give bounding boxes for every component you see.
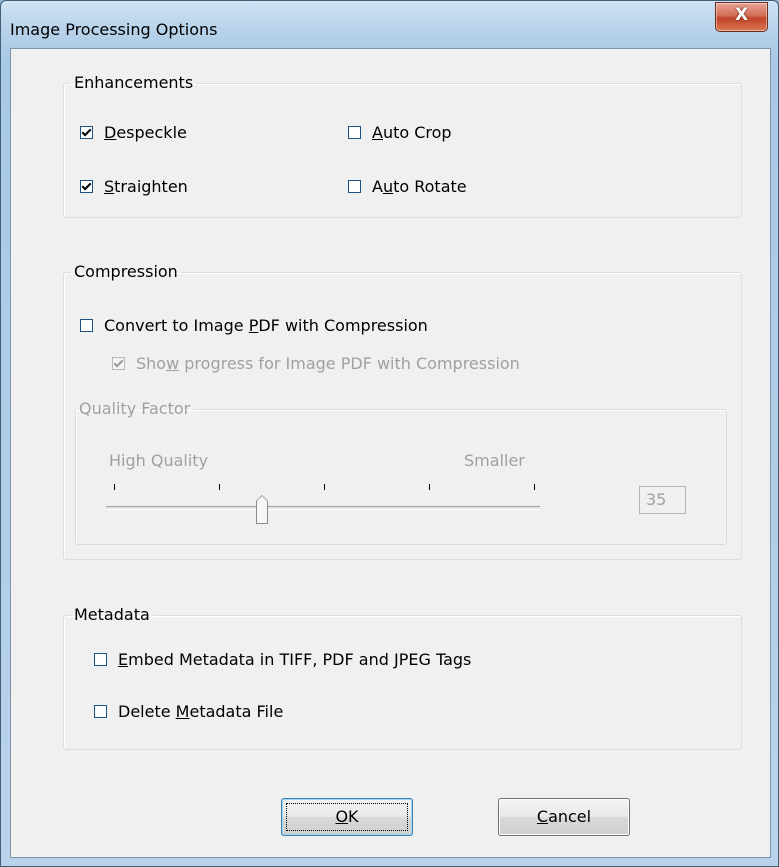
- embed-metadata-checkbox[interactable]: Embed Metadata in TIFF, PDF and JPEG Tag…: [94, 650, 471, 669]
- high-quality-label: High Quality: [109, 451, 209, 470]
- convert-pdf-check-box[interactable]: [80, 319, 93, 332]
- straighten-check-box[interactable]: [80, 180, 93, 193]
- despeckle-checkbox[interactable]: Despeckle: [80, 123, 187, 142]
- straighten-checkbox[interactable]: Straighten: [80, 177, 188, 196]
- auto-crop-checkbox[interactable]: Auto Crop: [348, 123, 452, 142]
- straighten-label: Straighten: [104, 177, 188, 196]
- delete-metadata-checkbox[interactable]: Delete Metadata File: [94, 702, 283, 721]
- slider-tick: [324, 484, 325, 490]
- enhancements-group: Enhancements: [63, 74, 742, 218]
- show-progress-check-box[interactable]: [112, 357, 125, 370]
- slider-tick: [429, 484, 430, 490]
- despeckle-label: Despeckle: [104, 123, 187, 142]
- dialog-window: Image Processing Options X Enhancements …: [0, 0, 779, 867]
- show-progress-checkbox[interactable]: Show progress for Image PDF with Compres…: [112, 354, 520, 373]
- embed-metadata-label: Embed Metadata in TIFF, PDF and JPEG Tag…: [118, 650, 472, 669]
- quality-value-field[interactable]: 35: [639, 486, 686, 514]
- compression-legend: Compression: [74, 262, 178, 281]
- slider-thumb[interactable]: [256, 495, 268, 524]
- embed-metadata-check-box[interactable]: [94, 653, 107, 666]
- auto-rotate-checkbox[interactable]: Auto Rotate: [348, 177, 467, 196]
- ok-button-label: OK: [335, 807, 359, 826]
- show-progress-label: Show progress for Image PDF with Compres…: [136, 354, 520, 373]
- close-button[interactable]: X: [715, 2, 768, 32]
- quality-factor-legend: Quality Factor: [79, 399, 191, 418]
- ok-button[interactable]: OK: [281, 798, 413, 836]
- slider-tick: [534, 484, 535, 490]
- enhancements-legend: Enhancements: [74, 73, 194, 92]
- dialog-client-area: Enhancements Despeckle Straighten Auto C…: [10, 48, 771, 858]
- despeckle-check-box[interactable]: [80, 126, 93, 139]
- auto-rotate-check-box[interactable]: [348, 180, 361, 193]
- delete-metadata-label: Delete Metadata File: [118, 702, 284, 721]
- convert-pdf-checkbox[interactable]: Convert to Image PDF with Compression: [80, 316, 428, 335]
- close-icon: X: [734, 5, 749, 25]
- slider-tick: [114, 484, 115, 490]
- slider-tick: [219, 484, 220, 490]
- dialog-title: Image Processing Options: [10, 20, 218, 39]
- metadata-legend: Metadata: [74, 605, 150, 624]
- cancel-button-label: Cancel: [536, 807, 592, 826]
- convert-pdf-label: Convert to Image PDF with Compression: [104, 316, 428, 335]
- auto-crop-label: Auto Crop: [372, 123, 452, 142]
- auto-rotate-label: Auto Rotate: [372, 177, 467, 196]
- auto-crop-check-box[interactable]: [348, 126, 361, 139]
- delete-metadata-check-box[interactable]: [94, 705, 107, 718]
- quality-slider[interactable]: [106, 484, 541, 524]
- cancel-button[interactable]: Cancel: [498, 798, 630, 836]
- metadata-group: Metadata: [63, 606, 742, 750]
- smaller-label: Smaller: [464, 451, 525, 470]
- slider-track: [106, 506, 540, 510]
